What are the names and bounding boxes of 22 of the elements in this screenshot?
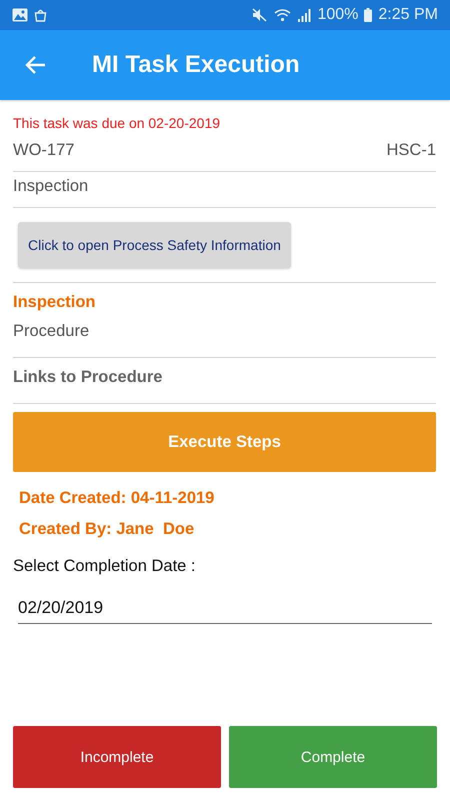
wifi-icon [274,8,292,22]
battery-percentage: 100% [317,6,358,24]
process-safety-button[interactable]: Click to open Process Safety Information [18,222,291,268]
due-notice: This task was due on 02-20-2019 [13,115,222,131]
section-title: Inspection [13,293,97,312]
work-order-code: HSC-1 [386,140,436,161]
screen-title: MI Task Execution [92,51,300,79]
signal-icon [297,8,312,22]
image-icon [12,8,28,22]
battery-icon [364,8,372,22]
negative-button[interactable]: Incomplete [13,726,221,788]
bag-icon [34,8,47,22]
task-type: Inspection [13,176,88,197]
work-order-id: WO-177 [13,140,74,161]
clock: 2:25 PM [378,6,438,24]
procedure-text: Procedure [13,321,90,342]
mute-icon [252,8,268,22]
date-created: Date Created: 04-11-2019 [19,489,216,508]
positive-button[interactable]: Complete [229,726,437,788]
links-label: Links to Procedure [13,367,162,388]
created-by: Created By: Jane Doe [19,520,196,539]
completion-date-label: Select Completion Date : [13,557,197,576]
